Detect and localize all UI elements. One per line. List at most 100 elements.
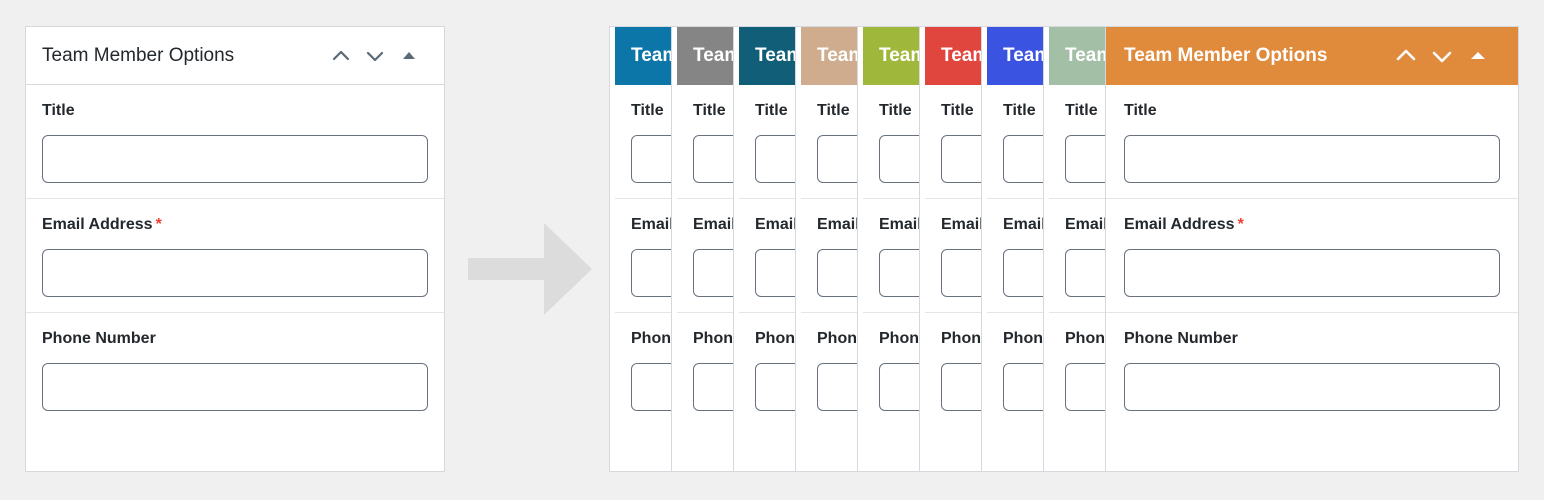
field-title: Title (863, 85, 919, 199)
panel-title: Team Member Options (755, 45, 795, 66)
collapse-triangle-icon[interactable] (1460, 38, 1496, 74)
field-title: Title (925, 85, 981, 199)
title-input[interactable] (1065, 135, 1105, 183)
field-label-text: Email Address (42, 216, 153, 233)
panel-title: Team Member Options (879, 45, 919, 66)
field-email-address: Email Address* (615, 199, 672, 313)
field-label-text: Phone Number (42, 330, 156, 347)
panel-header: Team Member Options (677, 27, 733, 85)
field-email-address: Email Address* (987, 199, 1044, 313)
panel-title: Team Member Options (1065, 45, 1105, 66)
field-label-text: Email Address (1003, 216, 1044, 233)
field-label: Title (817, 102, 850, 119)
field-label: Title (631, 102, 664, 119)
collapsed-panel[interactable]: Team Member Options Title Email Address*… (796, 27, 858, 471)
phone-number-input[interactable] (631, 363, 671, 411)
email-address-input[interactable] (755, 249, 795, 297)
field-phone-number: Phone Number (987, 313, 1043, 427)
field-label: Email Address* (941, 217, 981, 233)
phone-number-input[interactable] (755, 363, 795, 411)
title-input[interactable] (817, 135, 857, 183)
collapsed-panel[interactable]: Team Member Options Title Email Address*… (982, 27, 1044, 471)
source-team-member-options-panel: Team Member Options Title Email Address *… (25, 26, 445, 472)
field-phone-number: Phone Number (615, 313, 671, 427)
field-phone-number: Phone Number (677, 313, 733, 427)
field-email-address: Email Address* (677, 199, 734, 313)
field-label: Email Address* (42, 217, 428, 233)
phone-number-input[interactable] (817, 363, 857, 411)
title-input[interactable] (631, 135, 671, 183)
email-address-input[interactable] (1124, 249, 1500, 297)
collapsed-panel[interactable]: Team Member Options Title Email Address*… (734, 27, 796, 471)
panel-title: Team Member Options (817, 45, 857, 66)
chevron-up-icon[interactable] (1388, 38, 1424, 74)
collapsed-panel[interactable]: Team Member Options Title Email Address*… (672, 27, 734, 471)
field-label: Title (941, 102, 974, 119)
field-phone-number: Phone Number (26, 313, 444, 427)
phone-number-input[interactable] (1003, 363, 1043, 411)
field-label-text: Email Address (631, 216, 672, 233)
collapsed-panel[interactable]: Team Member Options Title Email Address*… (858, 27, 920, 471)
chevron-down-icon[interactable] (1424, 38, 1460, 74)
panel-title: Team Member Options (693, 45, 733, 66)
phone-number-input[interactable] (1124, 363, 1500, 411)
email-address-input[interactable] (631, 249, 671, 297)
field-label: Phone Number (817, 330, 857, 347)
field-label: Title (755, 102, 788, 119)
panel-header: Team Member Options (863, 27, 919, 85)
field-label: Email Address* (693, 216, 734, 233)
title-input[interactable] (879, 135, 919, 183)
email-address-input[interactable] (693, 249, 733, 297)
field-label: Phone Number (631, 330, 671, 347)
panel-header: Team Member Options (739, 27, 795, 85)
field-email-address: Email Address* (1049, 199, 1105, 313)
field-email-address: Email Address* (801, 199, 857, 313)
panel-title: Team Member Options (1003, 45, 1043, 66)
phone-number-input[interactable] (941, 363, 981, 411)
field-title: Title (801, 85, 857, 199)
email-address-input[interactable] (879, 249, 919, 297)
collapsed-panel[interactable]: Team Member Options Title Email Address*… (1044, 27, 1106, 471)
field-label: Title (1065, 102, 1098, 119)
phone-number-input[interactable] (693, 363, 733, 411)
chevron-down-icon[interactable] (358, 39, 392, 73)
email-address-input[interactable] (42, 249, 428, 297)
title-input[interactable] (1003, 135, 1043, 183)
phone-number-input[interactable] (1065, 363, 1105, 411)
field-label-text: Email Address (879, 216, 920, 233)
field-phone-number: Phone Number (1106, 313, 1518, 427)
email-address-input[interactable] (941, 249, 981, 297)
phone-number-input[interactable] (42, 363, 428, 411)
collapse-triangle-icon[interactable] (392, 39, 426, 73)
field-label: Title (42, 103, 428, 119)
panel-title: Team Member Options (941, 45, 981, 66)
panel-header: Team Member Options (1106, 27, 1518, 85)
panel-header: Team Member Options (801, 27, 857, 85)
panel-header: Team Member Options (26, 27, 444, 85)
page-title: Team Member Options (42, 44, 235, 66)
title-input[interactable] (755, 135, 795, 183)
header-icon-group (1388, 38, 1496, 74)
collapsed-panel[interactable]: Team Member Options Title Email Address*… (610, 27, 672, 471)
field-email-address: Email Address* (739, 199, 795, 313)
chevron-up-icon[interactable] (324, 39, 358, 73)
email-address-input[interactable] (1003, 249, 1043, 297)
phone-number-input[interactable] (879, 363, 919, 411)
email-address-input[interactable] (1065, 249, 1105, 297)
field-label: Phone Number (42, 331, 428, 347)
field-label-text: Email Address (1124, 216, 1235, 233)
field-label: Title (1124, 103, 1500, 119)
email-address-input[interactable] (817, 249, 857, 297)
field-label: Phone Number (755, 330, 795, 347)
title-input[interactable] (1124, 135, 1500, 183)
title-input[interactable] (693, 135, 733, 183)
title-input[interactable] (941, 135, 981, 183)
collapsed-panel[interactable]: Team Member Options Title Email Address*… (920, 27, 982, 471)
field-label-text: Email Address (693, 216, 734, 233)
result-panel-stack: Team Member Options Title Email Address*… (609, 26, 1519, 472)
title-input[interactable] (42, 135, 428, 183)
field-email-address: Email Address* (26, 199, 444, 313)
field-email-address: Email Address* (925, 199, 981, 313)
field-title: Title (1106, 85, 1518, 199)
field-phone-number: Phone Number (863, 313, 919, 427)
